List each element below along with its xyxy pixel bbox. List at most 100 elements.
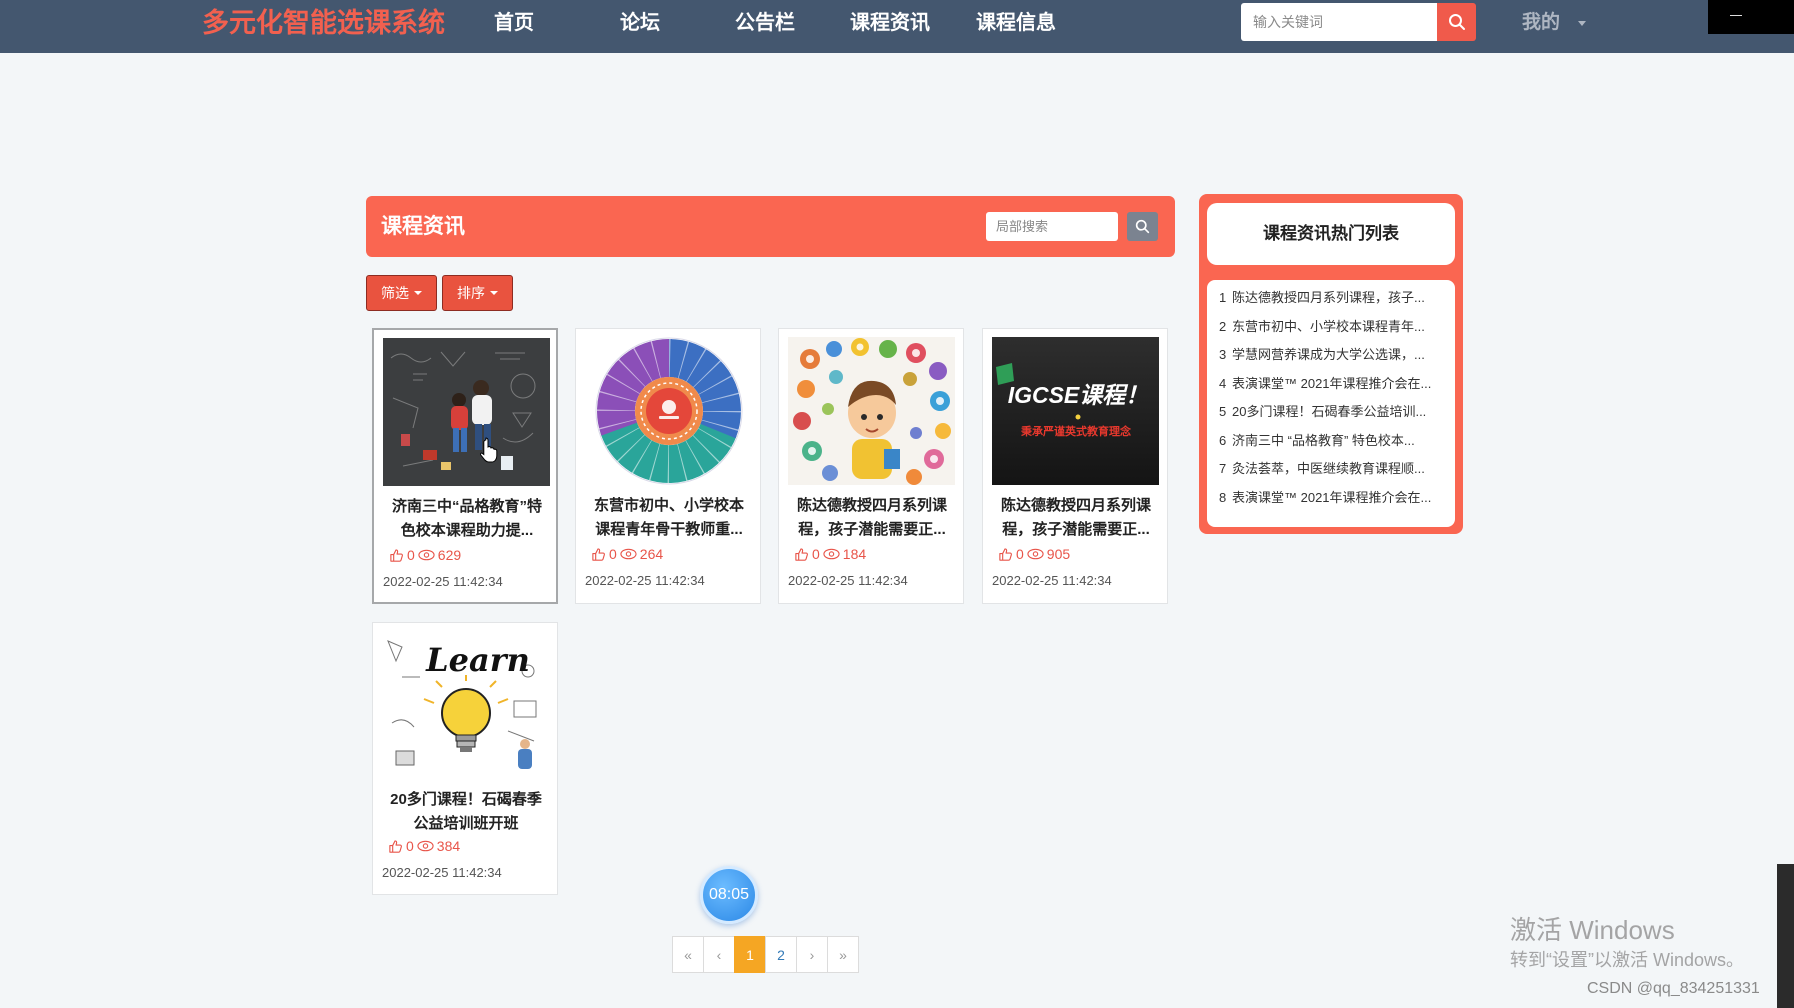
timer-badge[interactable]: 08:05 xyxy=(700,866,758,924)
article-title[interactable]: 20多门课程！石碣春季公益培训班开班 xyxy=(385,788,547,836)
article-title[interactable]: 陈达德教授四月系列课程，孩子潜能需要正... xyxy=(995,494,1157,542)
hot-list-item[interactable]: 8 表演课堂™ 2021年课程推介会在... xyxy=(1207,484,1455,511)
hot-list-item[interactable]: 2 东营市初中、小学校本课程青年... xyxy=(1207,313,1455,340)
section-header: 课程资讯 xyxy=(366,196,1175,257)
hot-title[interactable]: 20多门课程！石碣春季公益培训... xyxy=(1232,398,1447,425)
article-stats: 0 629 xyxy=(389,545,461,565)
chalkboard-photo xyxy=(383,338,550,486)
windows-activation-title: 激活 Windows xyxy=(1510,915,1675,945)
view-count: 264 xyxy=(639,546,664,562)
thumbs-up-icon[interactable] xyxy=(998,547,1013,562)
article-title[interactable]: 东营市初中、小学校本课程青年骨干教师重... xyxy=(588,494,750,542)
hot-list-item[interactable]: 4 表演课堂™ 2021年课程推介会在... xyxy=(1207,370,1455,397)
hot-rank: 1 xyxy=(1219,290,1227,305)
article-date: 2022-02-25 11:42:34 xyxy=(788,573,908,588)
search-icon xyxy=(1448,14,1465,30)
like-count: 0 xyxy=(812,546,820,562)
local-search-button[interactable] xyxy=(1127,212,1158,241)
hot-rank: 4 xyxy=(1219,375,1227,391)
filter-dropdown-button[interactable]: 筛选 xyxy=(366,275,437,311)
article-date: 2022-02-25 11:42:34 xyxy=(585,573,705,588)
hot-list-panel: 课程资讯热门列表 1 陈达德教授四月系列课程，孩子... 2 东营市初中、小学校本课… xyxy=(1199,194,1463,534)
hot-rank: 2 xyxy=(1219,318,1227,334)
article-stats: 0 184 xyxy=(794,544,866,564)
thumbs-up-icon[interactable] xyxy=(591,547,606,562)
nav-forum[interactable]: 论坛 xyxy=(590,0,690,46)
window-controls xyxy=(1708,0,1794,34)
hot-rank: 8 xyxy=(1219,489,1227,505)
article-title[interactable]: 陈达德教授四月系列课程，孩子潜能需要正... xyxy=(791,494,953,542)
like-count: 0 xyxy=(609,546,617,562)
caret-down-icon xyxy=(414,291,422,295)
pagination: « ‹ 1 2 › » xyxy=(672,936,859,973)
yellow-dot xyxy=(1075,414,1081,420)
like-count: 0 xyxy=(1016,546,1024,562)
article-stats: 0 264 xyxy=(591,544,663,564)
igcse-subheading: 秉承严谨英式教育理念 xyxy=(1020,424,1132,438)
nav-course-news[interactable]: 课程资讯 xyxy=(840,0,940,46)
hot-title[interactable]: 济南三中 “品格教育” 特色校本... xyxy=(1232,427,1447,454)
hot-list-title: 课程资讯热门列表 xyxy=(1207,203,1455,265)
article-thumbnail[interactable]: Learn xyxy=(382,631,549,779)
hot-title[interactable]: 灸法荟萃，中医继续教育课程顺... xyxy=(1232,455,1447,482)
hand-pointer-cursor-icon xyxy=(480,437,498,463)
hot-title[interactable]: 东营市初中、小学校本课程青年... xyxy=(1232,313,1447,340)
thumbs-up-icon[interactable] xyxy=(389,548,404,563)
image-bg xyxy=(992,337,1159,485)
nav-course-info[interactable]: 课程信息 xyxy=(966,0,1066,46)
article-title[interactable]: 济南三中“品格教育”特色校本课程助力提... xyxy=(386,495,548,543)
thumbs-up-icon[interactable] xyxy=(794,547,809,562)
article-thumbnail[interactable] xyxy=(585,337,752,485)
page-last[interactable]: » xyxy=(827,936,859,973)
page-prev[interactable]: ‹ xyxy=(703,936,735,973)
side-dock-bar xyxy=(1777,864,1794,1008)
user-menu[interactable]: 我的 xyxy=(1522,0,1560,46)
article-card[interactable]: 东营市初中、小学校本课程青年骨干教师重... 0 264 2022-02-25 … xyxy=(575,328,761,604)
filter-label: 筛选 xyxy=(381,285,409,301)
global-search-input[interactable] xyxy=(1241,3,1437,41)
course-wheel-graphic xyxy=(585,337,752,485)
chevron-down-icon[interactable] xyxy=(1578,21,1586,26)
hot-title[interactable]: 表演课堂™ 2021年课程推介会在... xyxy=(1232,370,1447,397)
hot-list-item[interactable]: 7 灸法荟萃，中医继续教育课程顺... xyxy=(1207,455,1455,482)
igcse-heading: IGCSE课程！ xyxy=(1008,382,1149,408)
app-logo[interactable]: 多元化智能选课系统 xyxy=(202,0,445,46)
global-search-button[interactable] xyxy=(1437,3,1476,41)
page-1[interactable]: 1 xyxy=(734,936,766,973)
cartoon-boy-illustration xyxy=(788,337,955,485)
article-card[interactable]: 济南三中“品格教育”特色校本课程助力提... 0 629 2022-02-25 … xyxy=(372,328,558,604)
article-card[interactable]: IGCSE课程！ 秉承严谨英式教育理念 陈达德教授四月系列课程，孩子潜能需要正.… xyxy=(982,328,1168,604)
view-count: 184 xyxy=(842,546,867,562)
article-card[interactable]: Learn 20多门课程！石碣春季公益培训班开班 0 384 2022-02-2… xyxy=(372,622,558,895)
hot-list-item[interactable]: 5 20多门课程！石碣春季公益培训... xyxy=(1207,398,1455,425)
hot-list-item[interactable]: 1 陈达德教授四月系列课程，孩子... xyxy=(1207,284,1455,311)
hot-rank: 6 xyxy=(1219,432,1227,448)
article-thumbnail[interactable] xyxy=(383,338,550,486)
hot-list-item[interactable]: 6 济南三中 “品格教育” 特色校本... xyxy=(1207,427,1455,454)
article-thumbnail[interactable]: IGCSE课程！ 秉承严谨英式教育理念 xyxy=(992,337,1159,485)
minimize-icon[interactable] xyxy=(1730,15,1742,16)
local-search-input[interactable] xyxy=(986,212,1118,241)
caret-down-icon xyxy=(490,291,498,295)
article-card[interactable]: 陈达德教授四月系列课程，孩子潜能需要正... 0 184 2022-02-25 … xyxy=(778,328,964,604)
page-first[interactable]: « xyxy=(672,936,704,973)
article-thumbnail[interactable] xyxy=(788,337,955,485)
sort-dropdown-button[interactable]: 排序 xyxy=(442,275,513,311)
hot-title[interactable]: 学慧网营养课成为大学公选课，... xyxy=(1232,341,1447,368)
eye-icon xyxy=(418,549,435,561)
like-count: 0 xyxy=(406,838,414,854)
thumbs-up-icon[interactable] xyxy=(388,839,403,854)
hot-list-item[interactable]: 3 学慧网营养课成为大学公选课，... xyxy=(1207,341,1455,368)
eye-icon xyxy=(1027,548,1044,560)
sort-label: 排序 xyxy=(457,285,485,301)
hot-rank: 5 xyxy=(1219,404,1227,419)
hot-rank: 7 xyxy=(1219,461,1227,476)
nav-bulletin[interactable]: 公告栏 xyxy=(715,0,815,46)
hot-title[interactable]: 陈达德教授四月系列课程，孩子... xyxy=(1232,284,1447,311)
learn-word: Learn xyxy=(425,641,530,679)
nav-home[interactable]: 首页 xyxy=(464,0,564,46)
hot-title[interactable]: 表演课堂™ 2021年课程推介会在... xyxy=(1232,484,1447,511)
article-date: 2022-02-25 11:42:34 xyxy=(382,865,502,880)
page-2[interactable]: 2 xyxy=(765,936,797,973)
page-next[interactable]: › xyxy=(796,936,828,973)
